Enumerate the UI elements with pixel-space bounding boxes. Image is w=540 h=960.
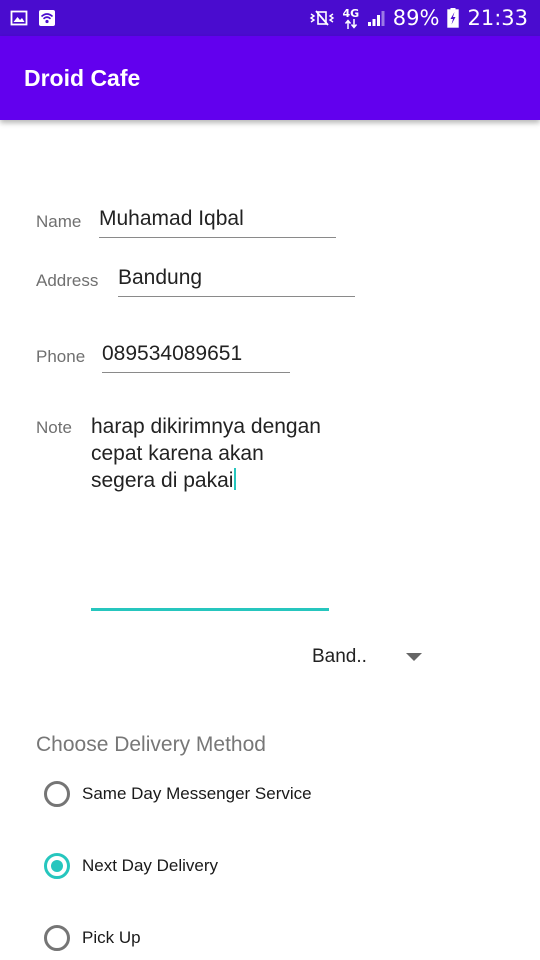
address-value: Bandung — [118, 266, 203, 289]
note-line-3: segera di pakai — [91, 468, 329, 493]
app-title: Droid Cafe — [24, 65, 141, 91]
note-field[interactable]: harap dikirimnya dengan cepat karena aka… — [91, 412, 329, 611]
radio-label-next-day: Next Day Delivery — [82, 856, 219, 875]
radio-same-day[interactable]: Same Day Messenger Service — [44, 778, 312, 810]
mute-vibrate-icon — [309, 10, 335, 26]
status-bar-system: 4G 89% 21:33 — [309, 4, 528, 32]
status-bar-notifications — [10, 9, 56, 27]
battery-level: 89% — [392, 6, 440, 30]
image-icon — [10, 10, 28, 26]
radio-button-icon[interactable] — [44, 925, 70, 951]
phone-value: 089534089651 — [102, 342, 243, 365]
status-bar: 4G 89% 21:33 — [0, 0, 540, 36]
data-indicator: 4G — [342, 6, 360, 29]
radio-label-same-day: Same Day Messenger Service — [82, 784, 312, 803]
name-label: Name — [36, 212, 82, 231]
network-type: 4G — [342, 6, 360, 20]
wifi-box-icon — [39, 10, 55, 26]
phone-label: Phone — [36, 347, 86, 366]
address-field[interactable]: Bandung — [118, 260, 355, 297]
signal-icon — [367, 11, 385, 26]
data-arrows-icon — [344, 18, 357, 29]
note-line-3-text: segera di pakai — [91, 469, 234, 492]
name-field[interactable]: Muhamad Iqbal — [99, 201, 336, 238]
delivery-method-title: Choose Delivery Method — [36, 733, 266, 756]
address-label: Address — [36, 271, 99, 290]
battery-charging-icon — [447, 8, 460, 28]
dropdown-arrow-icon — [406, 653, 422, 661]
radio-button-icon[interactable] — [44, 781, 70, 807]
city-spinner[interactable]: Band.. — [312, 644, 432, 670]
app-bar: Droid Cafe — [0, 36, 540, 120]
note-label: Note — [36, 418, 72, 437]
phone-field[interactable]: 089534089651 — [102, 336, 290, 373]
radio-label-pick-up: Pick Up — [82, 928, 141, 947]
clock: 21:33 — [467, 6, 528, 30]
text-cursor — [234, 468, 237, 490]
spinner-selected-value: Band.. — [312, 646, 367, 667]
note-line-1: harap dikirimnya dengan — [91, 415, 321, 438]
radio-next-day[interactable]: Next Day Delivery — [44, 850, 218, 882]
radio-button-checked-icon[interactable] — [44, 853, 70, 879]
name-value: Muhamad Iqbal — [99, 207, 244, 230]
note-line-2: cepat karena akan — [91, 442, 264, 465]
radio-pick-up[interactable]: Pick Up — [44, 922, 141, 954]
